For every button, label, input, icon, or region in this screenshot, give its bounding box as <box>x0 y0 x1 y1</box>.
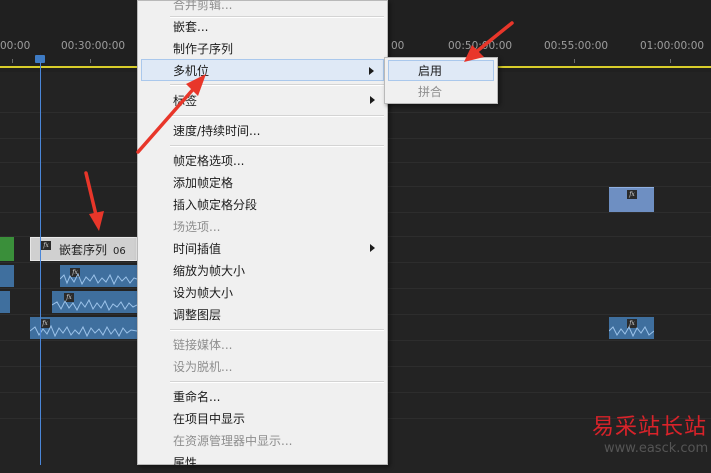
menu-separator <box>170 115 384 117</box>
menu-item-properties[interactable]: 属性 <box>141 451 384 473</box>
audio-waveform <box>60 273 137 285</box>
playhead-line[interactable] <box>40 62 41 465</box>
video-clip[interactable]: fx <box>609 187 654 212</box>
menu-item-label: 多机位 <box>173 64 210 78</box>
menu-item-nest[interactable]: 嵌套... <box>141 15 384 37</box>
submenu-arrow-icon <box>369 67 374 75</box>
ruler-tick <box>574 59 575 63</box>
menu-item-frame-hold-options[interactable]: 帧定格选项... <box>141 149 384 171</box>
menu-item-label: 链接媒体... <box>173 338 233 352</box>
menu-item-label: 场选项... <box>173 220 221 234</box>
fx-badge: fx <box>41 241 51 250</box>
menu-item-label: 缩放为帧大小 <box>173 264 246 278</box>
audio-waveform <box>609 325 654 337</box>
audio-clip[interactable] <box>0 291 10 313</box>
audio-clip[interactable] <box>0 265 14 287</box>
watermark-logo: 易采站长站 www.easck.com <box>590 405 711 465</box>
menu-item-label: 时间插值 <box>173 242 222 256</box>
ruler-tick <box>12 59 13 63</box>
time-label: 00:00 <box>0 40 31 52</box>
menu-item-rename[interactable]: 重命名... <box>141 385 384 407</box>
submenu-arrow-icon <box>370 96 375 104</box>
audio-waveform <box>30 325 137 337</box>
menu-item-label: 嵌套... <box>173 20 209 34</box>
menu-item-label: 合并剪辑... <box>173 0 233 12</box>
menu-item-label: 重命名... <box>173 390 221 404</box>
submenu-arrow-icon <box>370 244 375 252</box>
audio-clip[interactable]: fx <box>60 265 137 287</box>
menu-item-speed-duration[interactable]: 速度/持续时间... <box>141 119 384 141</box>
menu-item-label: 制作子序列 <box>173 42 234 56</box>
menu-separator <box>170 145 384 147</box>
watermark-text: 易采站长站 <box>592 415 708 440</box>
menu-item-make-subsequence[interactable]: 制作子序列 <box>141 37 384 59</box>
time-label: 00:50:00:00 <box>448 40 513 52</box>
menu-item-label: 标签 <box>173 94 198 108</box>
ruler-tick <box>670 59 671 63</box>
menu-item-multicam[interactable]: 多机位 <box>141 59 384 81</box>
time-label: 00:30:00:00 <box>61 40 126 52</box>
context-menu: 合并剪辑... 嵌套... 制作子序列 多机位 标签 速度/持续时间... 帧定… <box>137 0 388 470</box>
work-area-bar[interactable] <box>0 66 137 68</box>
menu-separator <box>170 329 384 331</box>
menu-item-label: 设为帧大小 <box>173 286 234 300</box>
submenu-item-enable[interactable]: 启用 <box>388 60 494 81</box>
menu-item-label: 在资源管理器中显示... <box>173 434 293 448</box>
menu-item-label: 插入帧定格分段 <box>173 198 258 212</box>
nested-sequence-clip[interactable]: fx 嵌套序列 06 <box>30 237 137 261</box>
menu-item-reveal-in-project[interactable]: 在项目中显示 <box>141 407 384 429</box>
menu-item-merge-clips[interactable]: 合并剪辑... <box>141 0 384 15</box>
fx-badge: fx <box>627 190 637 199</box>
clip-label: 嵌套序列 06 <box>59 243 126 257</box>
time-label: 00 <box>391 40 405 52</box>
menu-item-scale-to-frame-size[interactable]: 缩放为帧大小 <box>141 259 384 281</box>
menu-item-label: 添加帧定格 <box>173 176 234 190</box>
menu-item-label: 速度/持续时间... <box>173 124 261 138</box>
menu-item-make-offline[interactable]: 设为脱机... <box>141 355 384 377</box>
menu-item-label: 设为脱机... <box>173 360 233 374</box>
watermark-url: www.easck.com <box>604 441 709 456</box>
audio-clip[interactable]: fx <box>30 317 137 339</box>
menu-item-time-interpolation[interactable]: 时间插值 <box>141 237 384 259</box>
menu-item-label: 属性 <box>173 456 198 470</box>
audio-waveform <box>52 299 137 311</box>
submenu-item-flatten[interactable]: 拼合 <box>388 81 494 102</box>
audio-clip[interactable]: fx <box>52 291 137 313</box>
menu-separator <box>170 381 384 383</box>
menu-item-label: 帧定格选项... <box>173 154 245 168</box>
menu-item-link-media[interactable]: 链接媒体... <box>141 333 384 355</box>
menu-item-reveal-in-explorer[interactable]: 在资源管理器中显示... <box>141 429 384 451</box>
menu-item-label: 拼合 <box>418 85 443 99</box>
menu-item-set-to-frame-size[interactable]: 设为帧大小 <box>141 281 384 303</box>
time-label: 00:55:00:00 <box>544 40 609 52</box>
video-clip[interactable] <box>0 237 14 261</box>
menu-item-insert-frame-hold-segment[interactable]: 插入帧定格分段 <box>141 193 384 215</box>
menu-item-label: 启用 <box>418 64 443 78</box>
menu-item-label-color[interactable]: 标签 <box>141 89 384 111</box>
menu-item-label: 在项目中显示 <box>173 412 246 426</box>
ruler-tick <box>90 59 91 63</box>
menu-item-adjustment-layer[interactable]: 调整图层 <box>141 303 384 325</box>
menu-item-add-frame-hold[interactable]: 添加帧定格 <box>141 171 384 193</box>
menu-separator <box>170 84 384 86</box>
time-label: 01:00:00:00 <box>640 40 705 52</box>
menu-item-label: 调整图层 <box>173 308 222 322</box>
audio-clip[interactable]: fx <box>609 317 654 339</box>
menu-item-field-options[interactable]: 场选项... <box>141 215 384 237</box>
multicam-submenu: 启用 拼合 <box>384 57 498 104</box>
